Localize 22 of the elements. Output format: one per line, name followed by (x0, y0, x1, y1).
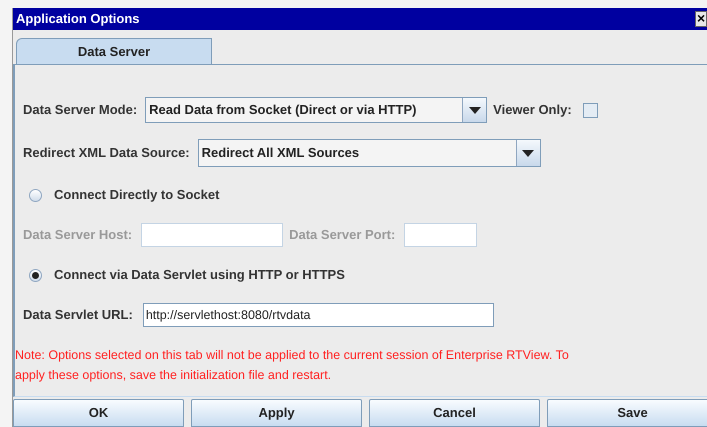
field-label: Viewer Only: (493, 101, 572, 120)
url-field[interactable]: http://servlethost:8080/rtvdata (142, 303, 494, 327)
field-label: Data Server Host: (23, 226, 132, 244)
radio-button[interactable] (29, 268, 42, 282)
dialog-button[interactable]: OK (13, 399, 184, 427)
redirect-dropdown[interactable]: Redirect All XML Sources (198, 139, 541, 167)
window-title: Application Options (16, 10, 140, 28)
tab[interactable]: Data Server (16, 38, 212, 64)
dialog-button[interactable]: Cancel (369, 399, 540, 427)
close-button[interactable]: × (695, 11, 707, 27)
note-text: Note: Options selected on this tab will not be applied to the current session of Enterprise RTView. To apply these options, save the initialization file and restart. (15, 347, 570, 384)
field-label: Data Servlet URL: (23, 306, 133, 324)
field-label: Redirect XML Data Source: (23, 144, 190, 162)
dialog-button[interactable]: Save (547, 399, 707, 427)
mode-dropdown[interactable]: Read Data from Socket (Direct or via HTTP) (145, 97, 488, 123)
radio-button[interactable] (29, 188, 42, 202)
radio-label: Connect Directly to Socket (54, 186, 220, 204)
dialog-button[interactable]: Apply (191, 399, 362, 427)
field-label: Data Server Mode: (23, 101, 138, 120)
field-label: Data Server Port: (289, 226, 396, 244)
checkbox[interactable] (582, 102, 598, 118)
radio-label: Connect via Data Servlet using HTTP or HTTPS (54, 266, 345, 284)
